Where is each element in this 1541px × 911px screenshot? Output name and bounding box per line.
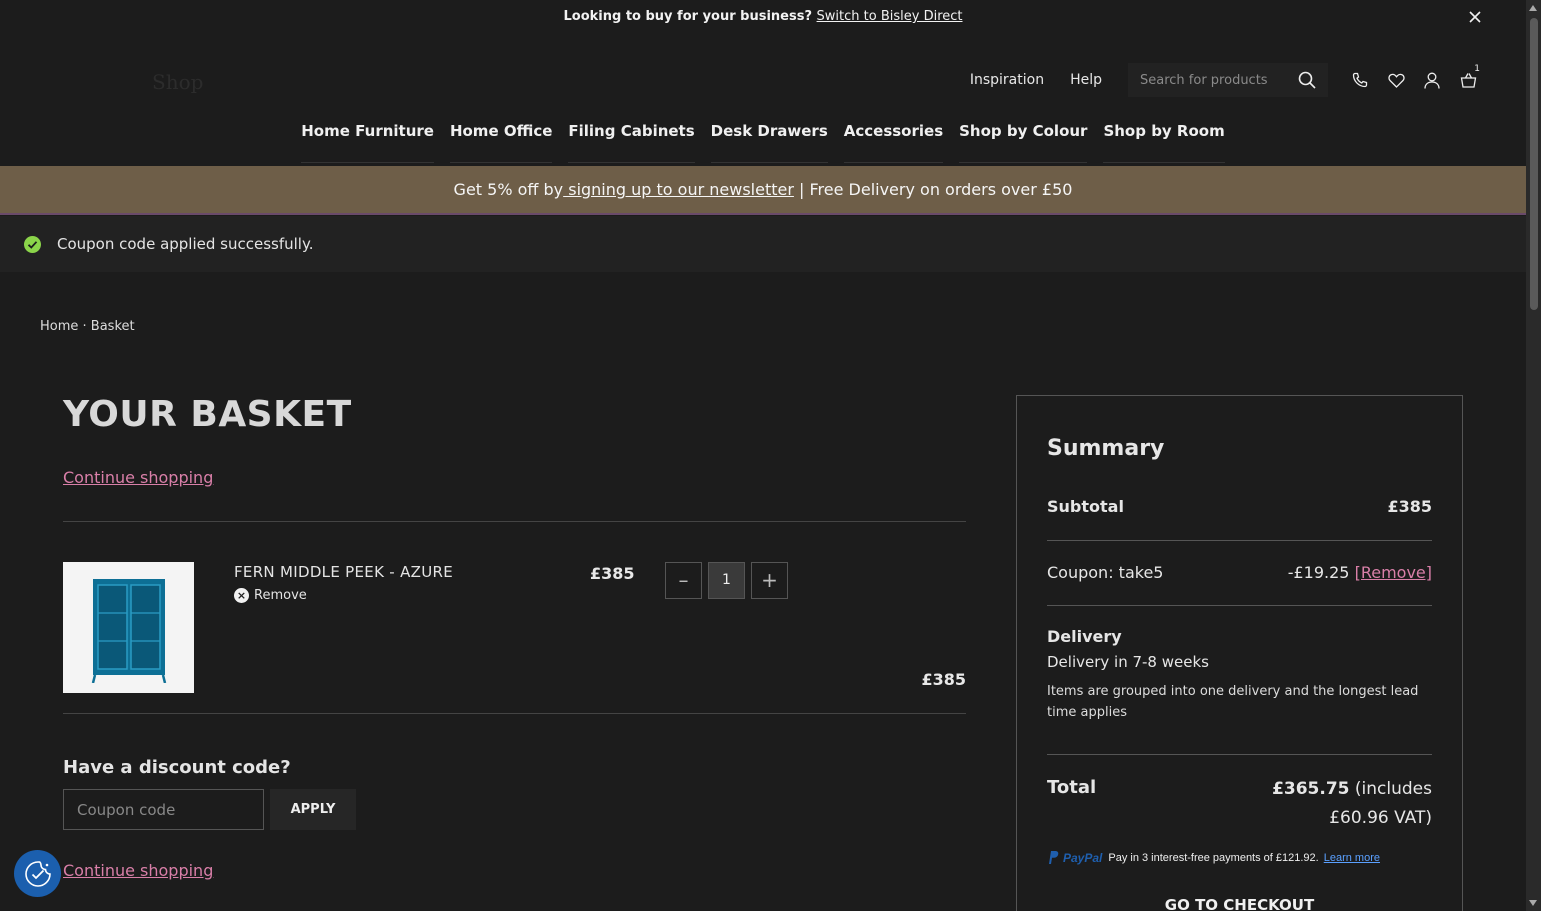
- nav-accessories[interactable]: Accessories: [843, 122, 944, 163]
- coupon-code-input[interactable]: [63, 789, 264, 830]
- divider: [63, 521, 966, 522]
- continue-shopping-link-bottom[interactable]: Continue shopping: [63, 861, 213, 880]
- remove-label: Remove: [254, 588, 307, 603]
- divider: [63, 713, 966, 714]
- breadcrumb-current: Basket: [90, 319, 135, 334]
- scroll-down-arrow[interactable]: [1529, 900, 1537, 906]
- account-button[interactable]: [1414, 62, 1450, 98]
- subtotal-value: £385: [1387, 497, 1432, 516]
- nav-shop-by-colour[interactable]: Shop by Colour: [959, 122, 1088, 163]
- continue-shopping-link[interactable]: Continue shopping: [63, 468, 213, 487]
- product-name[interactable]: FERN MIDDLE PEEK - AZURE: [234, 563, 453, 581]
- delivery-note: Items are grouped into one delivery and …: [1047, 684, 1419, 720]
- page-title: YOUR BASKET: [63, 394, 352, 435]
- success-notice: Coupon code applied successfully.: [0, 216, 1526, 272]
- product-image[interactable]: [63, 562, 194, 693]
- search-icon[interactable]: [1298, 71, 1316, 89]
- unit-price: £385: [590, 564, 635, 583]
- heart-icon: [1387, 73, 1405, 88]
- discount-title: Have a discount code?: [63, 757, 291, 778]
- inspiration-link[interactable]: Inspiration: [970, 72, 1044, 88]
- subtotal-label: Subtotal: [1047, 497, 1124, 516]
- paypal-learn-more-link[interactable]: Learn more: [1324, 852, 1380, 864]
- order-summary: Summary Subtotal £385 Coupon: take5 -£19…: [1016, 395, 1463, 911]
- basket-count-badge: 1: [1474, 64, 1480, 74]
- total-vat-part2: £60.96 VAT): [1329, 808, 1432, 828]
- checkout-button[interactable]: GO TO CHECKOUT: [1047, 886, 1432, 911]
- switch-to-bisley-direct-link[interactable]: Switch to Bisley Direct: [817, 9, 963, 24]
- breadcrumb-separator: ·: [78, 319, 91, 334]
- divider: [1047, 605, 1432, 606]
- search-box[interactable]: Search for products: [1128, 63, 1328, 97]
- cabinet-image: [91, 578, 166, 683]
- delivery-title: Delivery: [1047, 627, 1122, 646]
- quantity-input[interactable]: 1: [708, 562, 745, 599]
- total-label: Total: [1047, 777, 1097, 798]
- total-amount: £365.75: [1272, 779, 1350, 799]
- wishlist-button[interactable]: [1378, 62, 1414, 98]
- phone-button[interactable]: [1342, 62, 1378, 98]
- promo-banner: Get 5% off by signing up to our newslett…: [0, 166, 1526, 215]
- user-icon: [1424, 72, 1440, 89]
- paypal-text: Pay in 3 interest-free payments of £121.…: [1108, 851, 1319, 864]
- delivery-time: Delivery in 7-8 weeks: [1047, 653, 1209, 671]
- newsletter-signup-link[interactable]: signing up to our newsletter: [563, 180, 794, 199]
- promo-text-post: | Free Delivery on orders over £50: [793, 180, 1073, 199]
- basket-button[interactable]: 1: [1450, 62, 1486, 98]
- scroll-up-arrow[interactable]: [1529, 5, 1537, 11]
- paypal-brand: PayPal: [1063, 850, 1103, 865]
- divider: [1047, 754, 1432, 755]
- phone-icon: [1352, 72, 1368, 88]
- coupon-value: -£19.25: [1287, 563, 1350, 582]
- decrease-quantity-button[interactable]: –: [665, 562, 702, 599]
- nav-filing-cabinets[interactable]: Filing Cabinets: [568, 122, 695, 163]
- line-total: £385: [921, 670, 966, 689]
- coupon-label: Coupon: take5: [1047, 563, 1164, 582]
- help-link[interactable]: Help: [1070, 72, 1102, 88]
- total-vat-part1: (includes: [1349, 779, 1432, 799]
- remove-coupon-link[interactable]: [Remove]: [1355, 563, 1432, 582]
- site-logo[interactable]: Shop: [152, 70, 203, 94]
- quantity-stepper: – 1 +: [665, 562, 788, 599]
- business-prompt: Looking to buy for your business?: [563, 9, 813, 24]
- promo-text-pre: Get 5% off by: [453, 180, 564, 199]
- site-header: Shop Inspiration Help Search for product…: [0, 34, 1526, 166]
- page-scrollbar[interactable]: [1526, 0, 1541, 911]
- remove-icon: ×: [234, 588, 249, 603]
- notice-message: Coupon code applied successfully.: [57, 235, 314, 253]
- total-value: £365.75 (includes £60.96 VAT): [1232, 775, 1432, 833]
- paypal-message: PayPal Pay in 3 interest-free payments o…: [1047, 850, 1380, 865]
- apply-coupon-button[interactable]: APPLY: [270, 789, 356, 830]
- nav-desk-drawers[interactable]: Desk Drawers: [710, 122, 828, 163]
- search-input[interactable]: Search for products: [1140, 73, 1298, 88]
- coupon-discount: -£19.25 [Remove]: [1288, 563, 1432, 582]
- summary-title: Summary: [1047, 436, 1165, 461]
- nav-home-furniture[interactable]: Home Furniture: [301, 122, 434, 163]
- coupon-row: Coupon: take5 -£19.25 [Remove]: [1047, 563, 1432, 582]
- nav-home-office[interactable]: Home Office: [449, 122, 553, 163]
- remove-item-button[interactable]: × Remove: [234, 588, 307, 603]
- main-nav: Home Furniture Home Office Filing Cabine…: [0, 122, 1526, 163]
- divider: [1047, 540, 1432, 541]
- close-icon[interactable]: [1468, 10, 1482, 24]
- cookie-settings-button[interactable]: [14, 850, 61, 897]
- nav-shop-by-room[interactable]: Shop by Room: [1103, 122, 1225, 163]
- breadcrumb-home[interactable]: Home: [40, 319, 78, 334]
- increase-quantity-button[interactable]: +: [751, 562, 788, 599]
- basket-icon: [1460, 73, 1476, 88]
- utility-nav: Inspiration Help Search for products 1: [970, 62, 1486, 98]
- check-circle-icon: [24, 235, 41, 253]
- paypal-icon: [1049, 851, 1059, 864]
- business-bar: Looking to buy for your business? Switch…: [0, 0, 1526, 34]
- breadcrumb: Home · Basket: [40, 319, 135, 334]
- cookie-consent-icon: [24, 860, 51, 887]
- subtotal-row: Subtotal £385: [1047, 497, 1432, 516]
- scrollbar-thumb[interactable]: [1530, 18, 1538, 310]
